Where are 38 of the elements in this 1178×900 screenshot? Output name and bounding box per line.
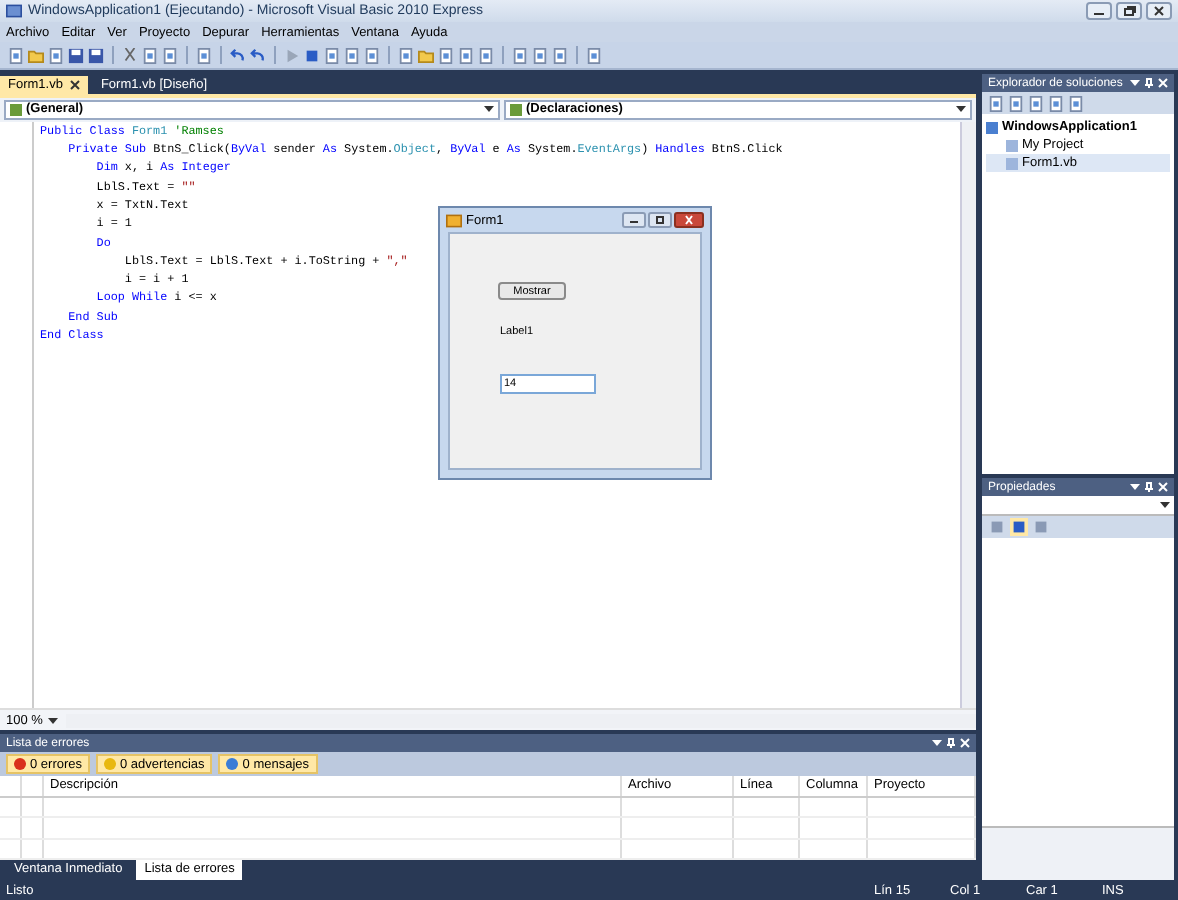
class-icon (10, 103, 22, 116)
page-icon[interactable] (8, 47, 24, 63)
close-icon[interactable] (70, 79, 81, 90)
dropdown-icon[interactable] (932, 738, 942, 748)
pin-icon[interactable] (1144, 78, 1154, 88)
dropdown-icon[interactable] (1130, 78, 1140, 88)
project-icon (986, 121, 998, 133)
close-button[interactable] (1146, 2, 1172, 20)
undo-icon[interactable] (230, 47, 246, 63)
caret-icon[interactable] (48, 717, 59, 723)
maximize-button[interactable] (648, 212, 672, 228)
class-icon (510, 103, 522, 116)
app-icon (446, 213, 462, 227)
close-button[interactable] (674, 212, 704, 228)
dropdown-icon[interactable] (1130, 482, 1140, 492)
page-icon[interactable] (586, 47, 602, 63)
page-icon[interactable] (48, 47, 64, 63)
caret-icon[interactable] (1160, 502, 1170, 508)
minimize-button[interactable] (622, 212, 646, 228)
save-icon[interactable] (88, 47, 104, 63)
scissors-icon[interactable] (122, 47, 138, 63)
page-icon[interactable] (398, 47, 414, 63)
vertical-scrollbar[interactable] (960, 121, 976, 708)
folder-icon[interactable] (28, 47, 44, 63)
restore-button[interactable] (1116, 2, 1142, 20)
caret-icon[interactable] (956, 106, 966, 113)
pin-icon[interactable] (946, 738, 956, 748)
stop-icon[interactable] (304, 47, 320, 63)
folder-icon[interactable] (418, 47, 434, 63)
horizontal-scrollbar[interactable] (66, 713, 976, 727)
sort-alphabetical-icon[interactable] (1010, 518, 1028, 536)
caret-icon[interactable] (484, 106, 494, 113)
save-icon[interactable] (68, 47, 84, 63)
page-icon[interactable] (196, 47, 212, 63)
minimize-button[interactable] (1086, 2, 1112, 20)
pin-icon[interactable] (1144, 482, 1154, 492)
app-icon (6, 4, 22, 18)
undo-icon[interactable] (250, 47, 266, 63)
